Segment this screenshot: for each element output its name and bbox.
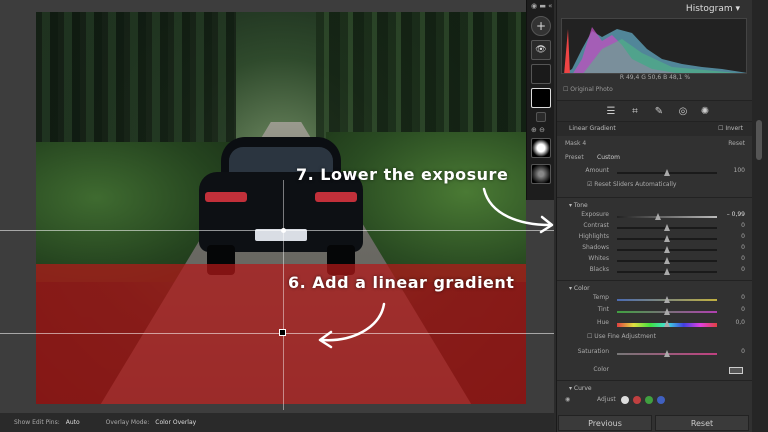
overlay-mode-label: Overlay Mode:	[105, 419, 150, 426]
shadows-slider[interactable]: Shadows 0	[557, 244, 753, 255]
curve-header[interactable]: ▾ Curve	[557, 382, 753, 396]
annotation-step-6: 6. Add a linear gradient	[288, 273, 515, 292]
masking-icon[interactable]: ✺	[699, 106, 711, 118]
mask-thumb-1[interactable]	[531, 64, 551, 84]
image-canvas[interactable]: 7. Lower the exposure 6. Add a linear gr…	[0, 0, 554, 413]
panel-scrollbar[interactable]	[752, 0, 768, 432]
tool-strip: ☰ ⌗ ✎ ◎ ✺	[557, 100, 753, 122]
red-eye-icon[interactable]: ◎	[677, 106, 689, 118]
curve-blue-button[interactable]	[657, 396, 665, 404]
color-swatch-row: Color	[557, 366, 753, 377]
crop-icon[interactable]: ⌗	[629, 106, 641, 118]
color-swatch[interactable]	[729, 367, 743, 374]
gradient-center-line[interactable]	[283, 180, 284, 410]
histogram	[561, 18, 747, 74]
original-photo-checkbox[interactable]: ☐ Original Photo	[563, 86, 613, 93]
arrow-to-gradient-icon	[318, 302, 386, 349]
add-subtract-icon[interactable]: ⊕ ⊖	[531, 126, 545, 134]
curve-target-icon[interactable]: ◉	[565, 396, 570, 403]
invert-checkbox[interactable]: ☐ Invert	[718, 122, 743, 136]
reset-sliders-checkbox[interactable]: ☑ Reset Sliders Automatically	[557, 181, 753, 192]
mask-thumb-2[interactable]	[531, 88, 551, 108]
amount-slider[interactable]: Amount 100	[557, 167, 753, 178]
mask-name-row: Mask 4 Reset	[565, 140, 745, 147]
curve-red-button[interactable]	[633, 396, 641, 404]
show-edit-pins-select[interactable]: Auto	[66, 419, 80, 426]
saturation-slider[interactable]: Saturation 0	[557, 348, 753, 359]
mask-reset-button[interactable]: Reset	[728, 140, 745, 147]
curve-rgb-button[interactable]	[621, 396, 629, 404]
highlights-slider[interactable]: Highlights 0	[557, 233, 753, 244]
bottom-toolbar: Show Edit Pins: Auto Overlay Mode: Color…	[0, 413, 554, 432]
overlay-mode-select[interactable]: Color Overlay	[155, 419, 196, 426]
annotation-step-7: 7. Lower the exposure	[296, 165, 509, 184]
curve-green-button[interactable]	[645, 396, 653, 404]
gradient-top-handle[interactable]	[281, 228, 286, 233]
gradient-pin[interactable]	[279, 329, 286, 336]
mask-title-bar: Linear Gradient ☐ Invert	[557, 122, 753, 136]
hue-slider[interactable]: Hue 0,0	[557, 319, 753, 330]
previous-button[interactable]: Previous	[558, 415, 652, 431]
develop-panel: Histogram ▾ R 49,4 G 50,6 B 48,1 % ☐ Ori…	[556, 0, 753, 432]
blacks-slider[interactable]: Blacks 0	[557, 266, 753, 277]
edit-sliders-icon[interactable]: ☰	[605, 106, 617, 118]
tint-slider[interactable]: Tint 0	[557, 306, 753, 317]
histogram-title[interactable]: Histogram ▾	[686, 4, 740, 14]
mask-radial-thumb[interactable]	[531, 138, 551, 158]
mask-small-icon[interactable]	[536, 112, 546, 122]
use-fine-adjustment-checkbox[interactable]: ☐ Use Fine Adjustment	[557, 333, 753, 344]
gradient-bottom-guide[interactable]	[0, 333, 554, 334]
preset-row: Preset Custom	[565, 154, 620, 161]
mask-radial-thumb-2[interactable]	[531, 164, 551, 184]
curve-adjust-row: ◉ Adjust	[557, 396, 753, 407]
photo[interactable]	[36, 12, 526, 404]
whites-slider[interactable]: Whites 0	[557, 255, 753, 266]
car	[199, 137, 363, 277]
show-overlay-icon[interactable]: 👁	[531, 40, 551, 60]
temp-slider[interactable]: Temp 0	[557, 294, 753, 305]
exposure-slider[interactable]: Exposure – 0,99	[557, 211, 753, 222]
show-edit-pins-label: Show Edit Pins:	[14, 419, 60, 426]
contrast-slider[interactable]: Contrast 0	[557, 222, 753, 233]
gradient-top-guide[interactable]	[0, 230, 554, 231]
histogram-stats: R 49,4 G 50,6 B 48,1 %	[619, 74, 691, 81]
strip-header-icon: ◉ ▬ «	[531, 2, 553, 10]
scroll-thumb[interactable]	[756, 120, 762, 160]
heal-icon[interactable]: ✎	[653, 106, 665, 118]
reset-button[interactable]: Reset	[655, 415, 749, 431]
add-mask-button[interactable]: +	[531, 16, 551, 36]
preset-select[interactable]: Custom	[597, 154, 620, 161]
masks-strip: ◉ ▬ « + 👁 ⊕ ⊖	[526, 0, 554, 200]
